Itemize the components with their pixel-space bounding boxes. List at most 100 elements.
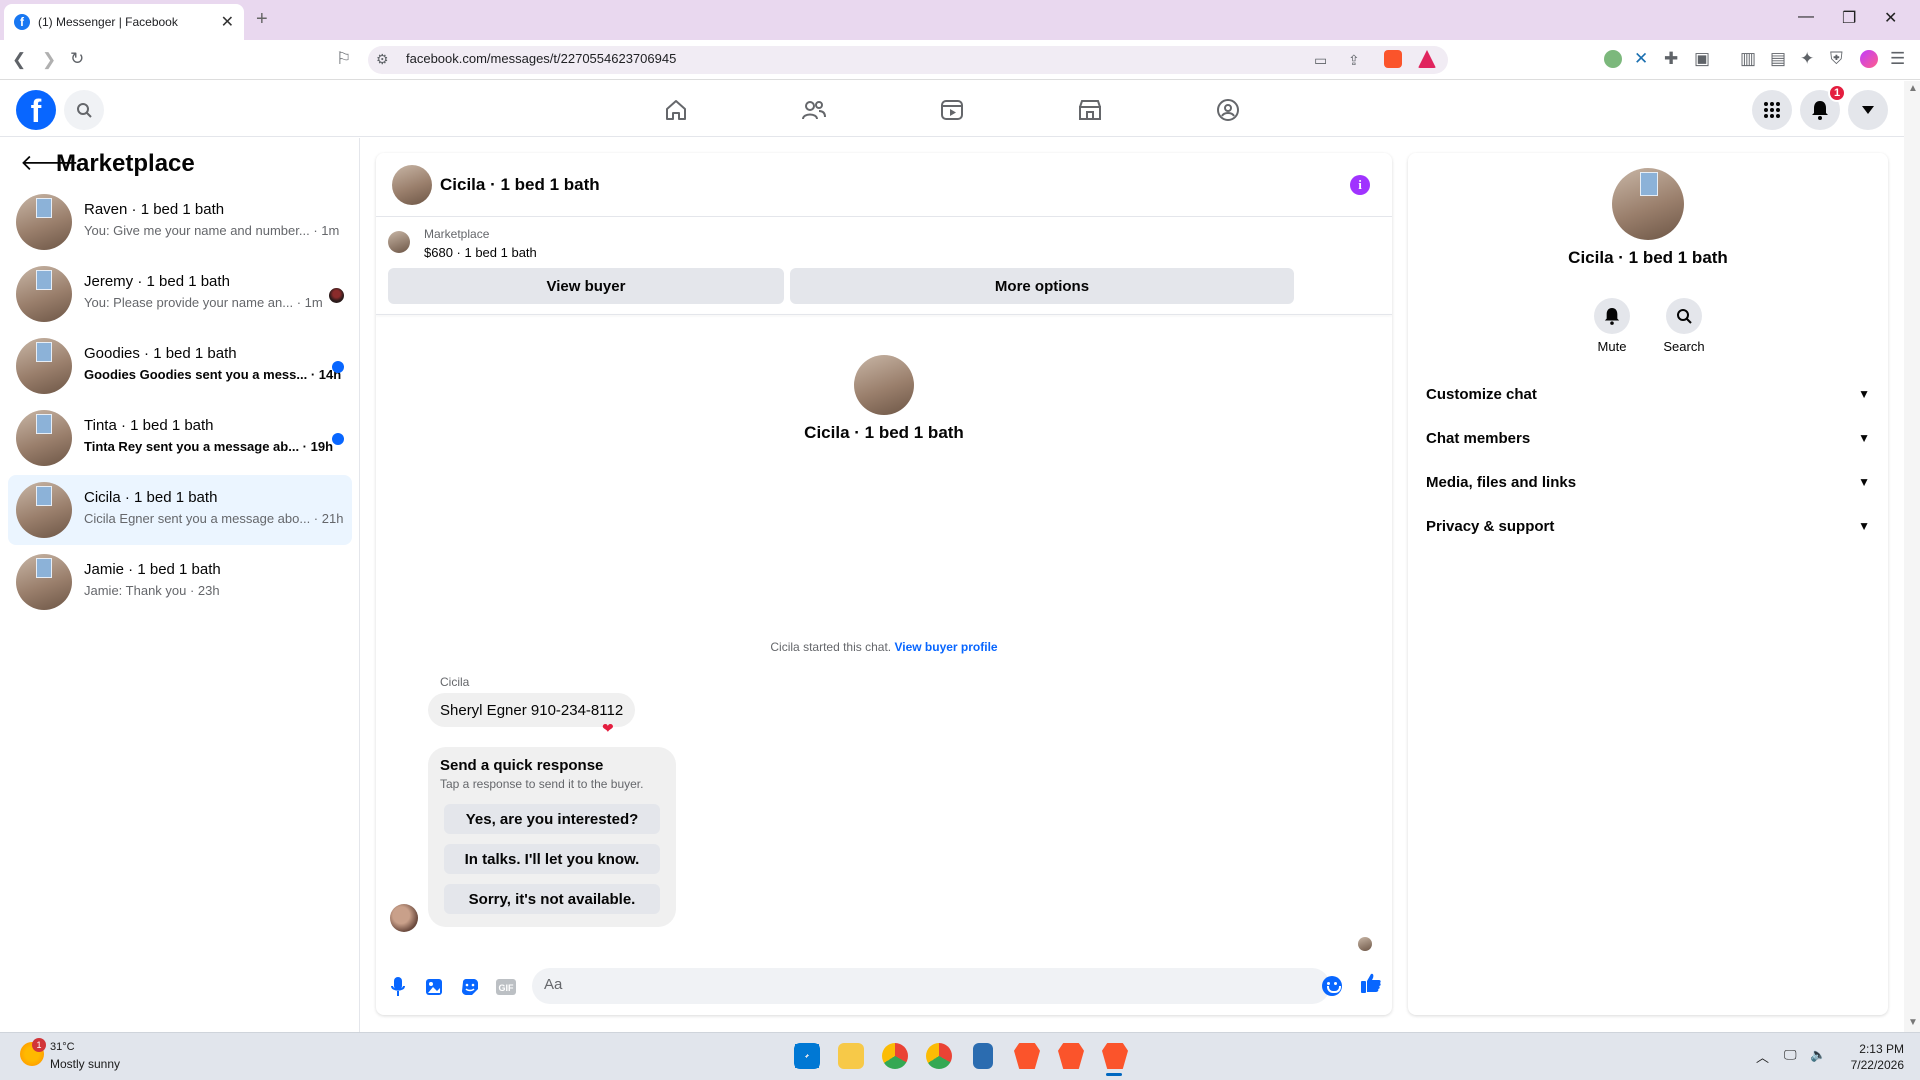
conversation-jeremy[interactable]: Jeremy · 1 bed 1 bath You: Please provid… [8,259,352,329]
quick-response-interested[interactable]: Yes, are you interested? [444,804,660,834]
started-text: Cicila started this chat. [770,640,892,654]
video-icon[interactable] [936,94,968,126]
chat-members-row[interactable]: Chat members ▼ [1424,420,1872,456]
message-input-placeholder: Aa [544,976,563,993]
search-icon[interactable] [64,90,104,130]
listing-summary[interactable]: $680 · 1 bed 1 bath [424,245,537,260]
view-buyer-profile-link[interactable]: View buyer profile [894,640,997,654]
more-options-button[interactable]: More options [790,268,1294,304]
profile-icon[interactable] [1860,50,1878,68]
sticker-icon[interactable] [459,976,481,998]
sender-name: Cicila [440,675,470,689]
wallet-icon[interactable]: ▤ [1770,49,1786,69]
heart-reaction-icon[interactable]: ❤ [602,720,614,737]
scroll-down-icon[interactable]: ▼ [1908,1017,1918,1028]
sidebar-toggle-icon[interactable]: ▥ [1740,49,1756,69]
microphone-icon[interactable] [387,976,409,998]
groups-icon[interactable] [1212,94,1244,126]
quick-response-not-available[interactable]: Sorry, it's not available. [444,884,660,914]
message-input[interactable] [532,968,1330,1004]
info-icon[interactable]: i [1350,175,1370,195]
profile-avatar[interactable] [854,355,914,415]
conversation-name: Raven · 1 bed 1 bath [84,201,225,218]
media-files-links-row[interactable]: Media, files and links ▼ [1424,464,1872,500]
conversation-preview: You: Give me your name and number... · 1… [84,223,340,238]
marketplace-icon[interactable] [1074,94,1106,126]
back-icon[interactable]: ❮ [12,50,26,70]
chrome-profile-1-icon[interactable] [882,1043,908,1069]
extension-green-icon[interactable] [1604,50,1622,68]
menu-icon[interactable]: ☰ [1890,49,1905,69]
conversation-name: Cicila · 1 bed 1 bath [84,489,218,506]
weather-temperature[interactable]: 31°C [50,1041,75,1053]
volume-icon[interactable]: 🔈 [1810,1047,1826,1063]
account-chevron-icon[interactable] [1848,90,1888,130]
site-info-icon[interactable]: ⚙ [376,49,389,69]
start-icon[interactable] [794,1043,820,1069]
minimize-icon[interactable]: — [1798,8,1814,26]
cast-icon[interactable]: ▭ [1314,50,1327,70]
scroll-up-icon[interactable]: ▲ [1908,83,1918,94]
chevron-down-icon: ▼ [1858,431,1870,445]
search-label[interactable]: Search [1644,339,1724,354]
chat-details-panel [1408,153,1888,1015]
avatar [16,338,72,394]
page-scrollbar[interactable]: ▲ ▼ [1904,81,1920,1032]
photo-icon[interactable] [423,976,445,998]
close-window-icon[interactable]: ✕ [1884,8,1897,28]
conversation-tinta[interactable]: Tinta · 1 bed 1 bath Tinta Rey sent you … [8,403,352,473]
panel-title: Marketplace [56,150,195,177]
privacy-support-row[interactable]: Privacy & support ▼ [1424,508,1872,544]
close-tab-icon[interactable]: ✕ [221,12,234,32]
leo-ai-icon[interactable]: ✦ [1800,49,1814,69]
vpn-icon[interactable]: ⛨ [1830,49,1843,69]
facebook-logo-icon[interactable]: f [16,90,56,130]
active-app-indicator [1106,1073,1122,1076]
mute-label[interactable]: Mute [1572,339,1652,354]
chat-avatar[interactable] [392,165,432,205]
thumbs-up-icon[interactable] [1360,972,1382,1000]
quick-response-in-talks[interactable]: In talks. I'll let you know. [444,844,660,874]
view-buyer-button[interactable]: View buyer [388,268,784,304]
screenshot-icon[interactable]: ▣ [1694,49,1710,69]
details-avatar[interactable] [1612,168,1684,240]
gif-icon[interactable]: GIF [495,976,517,998]
chrome-profile-2-icon[interactable] [926,1043,952,1069]
mute-bell-icon[interactable] [1594,298,1630,334]
conversation-cicila[interactable]: Cicila · 1 bed 1 bath Cicila Egner sent … [8,475,352,545]
chat-title[interactable]: Cicila · 1 bed 1 bath [440,175,600,195]
conversation-goodies[interactable]: Goodies · 1 bed 1 bath Goodies Goodies s… [8,331,352,401]
extension-x-icon[interactable]: ✕ [1634,49,1648,69]
chevron-down-icon: ▼ [1858,387,1870,401]
conversation-preview: Tinta Rey sent you a message ab... · 19h [84,439,334,454]
bookmark-icon[interactable]: ⚐ [336,49,351,69]
avatar [16,194,72,250]
restore-icon[interactable]: ❐ [1842,8,1856,28]
network-icon[interactable]: 🖵 [1784,1047,1797,1063]
share-icon[interactable]: ⇪ [1348,50,1360,70]
extensions-puzzle-icon[interactable]: ✚ [1664,49,1678,69]
file-explorer-icon[interactable] [838,1043,864,1069]
conversation-jamie[interactable]: Jamie · 1 bed 1 bath Jamie: Thank you · … [8,547,352,617]
tab-title: (1) Messenger | Facebook [38,15,178,29]
emoji-icon[interactable] [1322,976,1342,996]
browser-tab[interactable]: f (1) Messenger | Facebook ✕ [4,4,244,40]
reload-icon[interactable]: ↻ [70,49,84,69]
conversation-preview: Jamie: Thank you · 23h [84,583,220,598]
read-receipt-avatar [1358,937,1372,951]
system-clock[interactable]: 2:13 PM 7/22/2026 [1840,1041,1904,1073]
listing-thumbnail[interactable] [388,231,410,253]
weather-description[interactable]: Mostly sunny [50,1057,120,1071]
conversation-raven[interactable]: Raven · 1 bed 1 bath You: Give me your n… [8,187,352,257]
browser-tabstrip [0,0,1920,40]
tray-chevron-icon[interactable]: ︿ [1756,1047,1769,1066]
new-tab-icon[interactable]: + [256,8,268,31]
home-icon[interactable] [660,94,692,126]
menu-grid-icon[interactable] [1752,90,1792,130]
brave-shields-icon[interactable] [1384,50,1402,68]
friends-icon[interactable] [798,94,830,126]
forward-icon[interactable]: ❯ [42,50,56,70]
search-in-chat-icon[interactable] [1666,298,1702,334]
customize-chat-row[interactable]: Customize chat ▼ [1424,376,1872,412]
notepad-icon[interactable] [973,1043,993,1069]
